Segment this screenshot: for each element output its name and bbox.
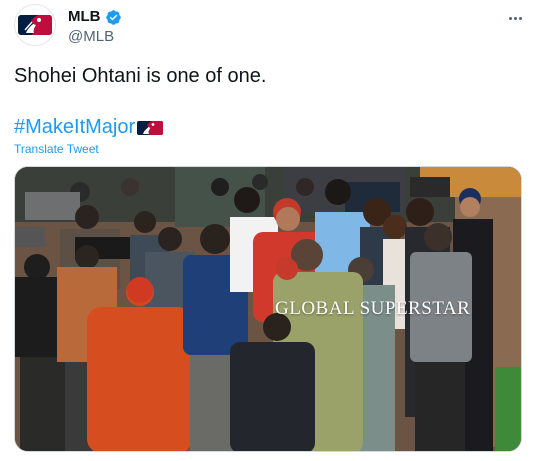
tweet-media-video[interactable]: GLOBAL SUPERSTAR — [14, 166, 522, 452]
author-name-row[interactable]: MLB — [68, 8, 122, 26]
more-options-button[interactable] — [505, 6, 525, 26]
mlb-logo-icon — [18, 15, 52, 35]
tweet-text: Shohei Ohtani is one of one. — [14, 65, 267, 87]
media-overlay-caption: GLOBAL SUPERSTAR — [275, 298, 471, 319]
verified-badge-icon — [105, 9, 121, 25]
hashtag-row: #MakeItMajor — [14, 115, 164, 139]
translate-tweet-link[interactable]: Translate Tweet — [14, 142, 99, 156]
author-display-name[interactable]: MLB — [68, 8, 101, 26]
mlb-hashflair-icon — [137, 121, 164, 135]
avatar[interactable] — [14, 4, 56, 46]
more-horizontal-icon — [508, 7, 523, 25]
tweet-card: MLB @MLB Shohei Ohtani is one of one. #M… — [0, 0, 540, 461]
author-handle[interactable]: @MLB — [68, 28, 114, 46]
hashtag-link[interactable]: #MakeItMajor — [14, 115, 135, 139]
